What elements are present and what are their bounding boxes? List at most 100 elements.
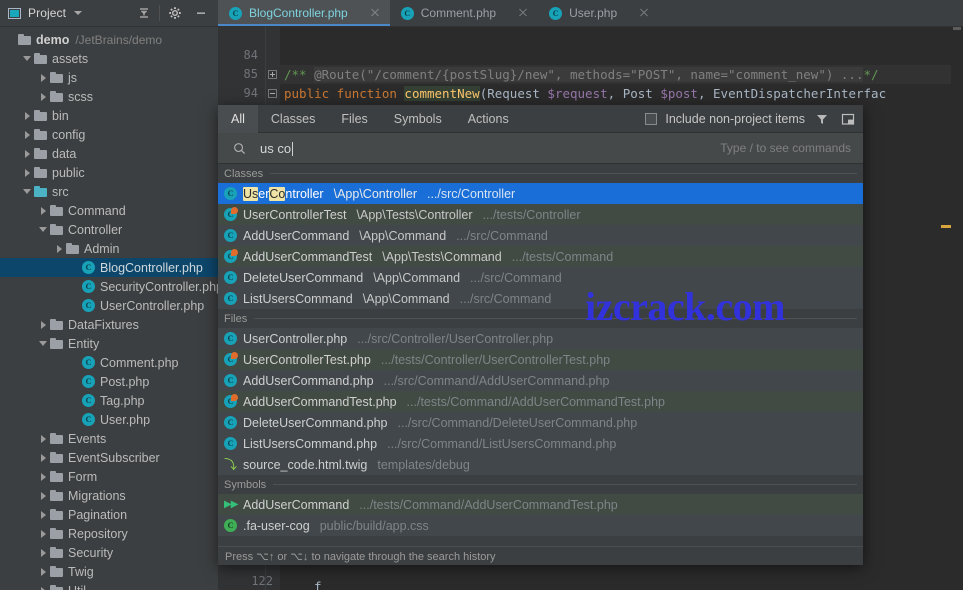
include-non-project-checkbox[interactable]: [645, 112, 658, 125]
tree-row-label: bin: [52, 108, 69, 123]
tree-row[interactable]: C SecurityController.php: [0, 277, 223, 296]
search-input[interactable]: us co: [260, 141, 294, 156]
chevron-right-icon[interactable]: [38, 433, 49, 444]
chevron-right-icon[interactable]: [22, 167, 33, 178]
search-result-item[interactable]: C AddUserCommandTest \App\Tests\Command...…: [218, 246, 863, 267]
tree-row[interactable]: js: [0, 68, 218, 87]
search-result-item[interactable]: C AddUserCommandTest.php .../tests/Command…: [218, 391, 863, 412]
tree-row[interactable]: Security: [0, 543, 218, 562]
chevron-right-icon[interactable]: [38, 91, 49, 102]
chevron-right-icon[interactable]: [22, 110, 33, 121]
chevron-down-icon[interactable]: [22, 53, 33, 64]
editor-tab[interactable]: C Comment.php: [390, 0, 538, 26]
tree-row[interactable]: C User.php: [0, 410, 218, 429]
search-result-item[interactable]: ⤵ source_code.html.twig templates/debug: [218, 454, 863, 475]
tree-row[interactable]: Controller: [0, 220, 218, 239]
tree-row[interactable]: Admin: [0, 239, 218, 258]
search-tab-symbols[interactable]: Symbols: [381, 105, 455, 133]
search-popup-footer: Press ⌥↑ or ⌥↓ to navigate through the s…: [218, 546, 863, 565]
tree-row[interactable]: Repository: [0, 524, 218, 543]
search-result-item[interactable]: C DeleteUserCommand.php .../src/Command/De…: [218, 412, 863, 433]
search-result-item[interactable]: C ListUsersCommand \App\Command .../src/Com…: [218, 288, 863, 309]
chevron-down-icon[interactable]: [38, 224, 49, 235]
chevron-down-icon[interactable]: [74, 11, 83, 15]
search-tab-classes[interactable]: Classes: [258, 105, 328, 133]
search-result-item[interactable]: C UserControllerTest \App\Tests\Controller…: [218, 204, 863, 225]
search-scope-tabs[interactable]: All Classes Files Symbols Actions Include no…: [218, 104, 863, 133]
tree-row[interactable]: bin: [0, 106, 218, 125]
tree-row[interactable]: demo/JetBrains/demo: [0, 30, 218, 49]
minimize-icon[interactable]: [188, 1, 214, 25]
search-result-item[interactable]: C UserControllerTest.php .../tests/Control…: [218, 349, 863, 370]
chevron-right-icon[interactable]: [38, 205, 49, 216]
search-result-item[interactable]: C DeleteUserCommand \App\Command .../src/Co…: [218, 267, 863, 288]
chevron-right-icon[interactable]: [38, 490, 49, 501]
search-result-item[interactable]: ▶▶ AddUserCommand .../tests/Command/AddUse…: [218, 494, 863, 515]
tree-row[interactable]: data: [0, 144, 218, 163]
tree-row[interactable]: C BlogController.php: [0, 258, 218, 277]
search-result-item[interactable]: C .fa-user-cog public/build/app.css: [218, 515, 863, 536]
chevron-right-icon[interactable]: [38, 547, 49, 558]
search-tab-all[interactable]: All: [218, 104, 258, 133]
editor-tab[interactable]: C BlogController.php: [218, 0, 390, 26]
tree-row[interactable]: src: [0, 182, 218, 201]
tree-row[interactable]: DataFixtures: [0, 315, 218, 334]
close-icon[interactable]: [517, 7, 529, 19]
tree-row[interactable]: Entity: [0, 334, 218, 353]
search-result-item-selected[interactable]: C UserController \App\Controller .../src/Co…: [218, 183, 863, 204]
editor-tab[interactable]: C User.php: [538, 0, 659, 26]
search-everywhere-popup[interactable]: All Classes Files Symbols Actions Include no…: [218, 104, 863, 565]
tree-row[interactable]: C Post.php: [0, 372, 218, 391]
tree-row[interactable]: Command: [0, 201, 218, 220]
search-result-item[interactable]: C AddUserCommand \App\Command .../src/Comma…: [218, 225, 863, 246]
search-result-item[interactable]: C UserController.php .../src/Controller/Us…: [218, 328, 863, 349]
chevron-right-icon[interactable]: [38, 452, 49, 463]
chevron-right-icon[interactable]: [22, 148, 33, 159]
search-tab-actions[interactable]: Actions: [455, 105, 522, 133]
search-result-item[interactable]: C ListUsersCommand.php .../src/Command/Lis…: [218, 433, 863, 454]
tree-row[interactable]: Migrations: [0, 486, 218, 505]
chevron-right-icon[interactable]: [38, 585, 49, 590]
search-result-item[interactable]: C AddUserCommand.php .../src/Command/AddUs…: [218, 370, 863, 391]
chevron-right-icon[interactable]: [22, 129, 33, 140]
close-icon[interactable]: [369, 7, 381, 19]
tree-row[interactable]: assets: [0, 49, 218, 68]
chevron-down-icon[interactable]: [22, 186, 33, 197]
collapse-all-icon[interactable]: [131, 1, 157, 25]
test-class-icon: C: [224, 352, 238, 366]
tree-row[interactable]: Events: [0, 429, 218, 448]
project-tree[interactable]: demo/JetBrains/demo assets js scss bin config…: [0, 27, 223, 590]
chevron-right-icon[interactable]: [54, 243, 65, 254]
code-fold-toggle[interactable]: [268, 70, 277, 79]
tree-row[interactable]: Form: [0, 467, 218, 486]
tree-row[interactable]: Twig: [0, 562, 218, 581]
filter-icon[interactable]: [813, 110, 831, 128]
chevron-right-icon[interactable]: [38, 566, 49, 577]
search-tab-files[interactable]: Files: [328, 105, 380, 133]
chevron-down-icon[interactable]: [38, 338, 49, 349]
tree-row[interactable]: config: [0, 125, 218, 144]
tree-row[interactable]: scss: [0, 87, 218, 106]
search-input-row[interactable]: us co Type / to see commands: [218, 133, 863, 164]
chevron-right-icon[interactable]: [38, 528, 49, 539]
chevron-right-icon[interactable]: [38, 72, 49, 83]
result-name: AddUserCommandTest.php: [243, 394, 397, 409]
pin-window-icon[interactable]: [839, 110, 857, 128]
tree-row[interactable]: Util: [0, 581, 218, 590]
tree-row[interactable]: EventSubscriber: [0, 448, 218, 467]
tree-row[interactable]: C Tag.php: [0, 391, 218, 410]
code-fold-toggle[interactable]: [268, 89, 277, 98]
editor-marker-bar[interactable]: [951, 27, 963, 590]
tree-row[interactable]: public: [0, 163, 218, 182]
tree-row[interactable]: C UserController.php: [0, 296, 218, 315]
chevron-right-icon[interactable]: [38, 509, 49, 520]
gear-icon[interactable]: [162, 1, 188, 25]
tree-row[interactable]: Pagination: [0, 505, 218, 524]
include-non-project-group[interactable]: Include non-project items: [645, 110, 857, 128]
tree-row[interactable]: C Comment.php: [0, 353, 218, 372]
editor-tab-bar[interactable]: C BlogController.php C Comment.php C User.php: [218, 0, 963, 27]
search-results-list[interactable]: Classes C UserController \App\Controller...…: [218, 164, 863, 546]
chevron-right-icon[interactable]: [38, 319, 49, 330]
close-icon[interactable]: [638, 7, 650, 19]
chevron-right-icon[interactable]: [38, 471, 49, 482]
